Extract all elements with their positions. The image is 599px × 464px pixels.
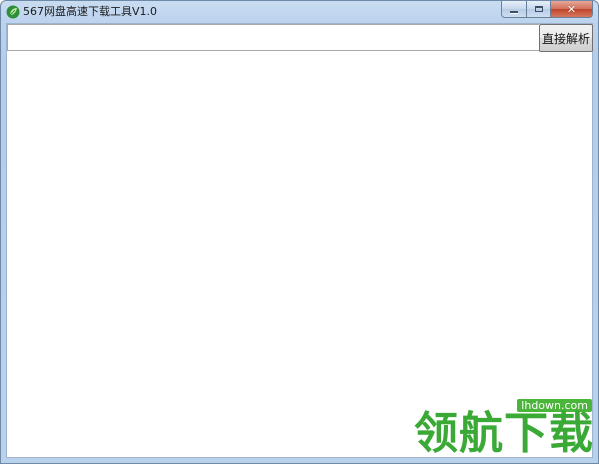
close-button[interactable]: ✕ — [551, 1, 593, 18]
minimize-icon — [510, 10, 518, 13]
watermark-text: 领航下载 — [414, 408, 594, 459]
app-window: 567网盘高速下载工具V1.0 ✕ 直接解析 lhdown.com 领航下载 — [0, 0, 599, 464]
title-bar[interactable]: 567网盘高速下载工具V1.0 ✕ — [1, 1, 598, 23]
window-title: 567网盘高速下载工具V1.0 — [23, 5, 158, 18]
url-input[interactable] — [7, 24, 539, 51]
caption-buttons: ✕ — [501, 1, 593, 19]
result-area[interactable] — [7, 52, 592, 457]
app-leaf-icon — [6, 5, 20, 19]
client-area: 直接解析 — [6, 23, 593, 458]
maximize-icon — [534, 6, 543, 12]
maximize-button[interactable] — [526, 1, 551, 18]
minimize-button[interactable] — [501, 1, 526, 18]
close-icon: ✕ — [566, 2, 577, 16]
parse-button[interactable]: 直接解析 — [539, 24, 593, 52]
watermark: lhdown.com 领航下载 — [404, 399, 594, 459]
